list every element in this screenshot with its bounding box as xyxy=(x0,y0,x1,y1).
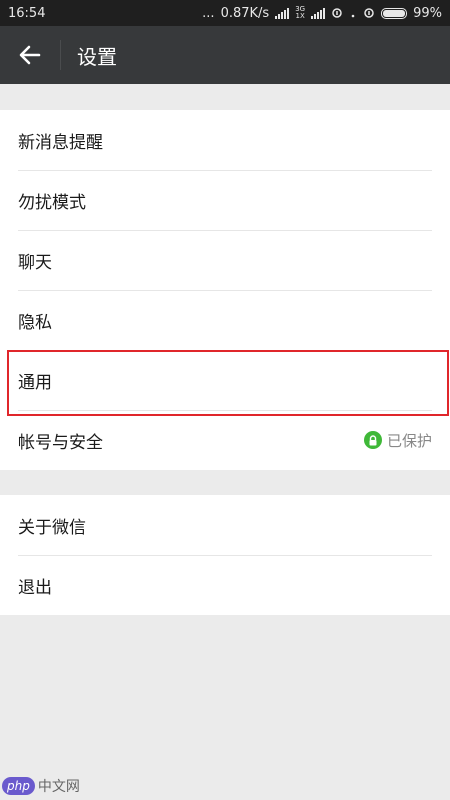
network-type: 3G 1X xyxy=(295,6,305,20)
watermark-logo: php xyxy=(2,777,35,795)
arrow-left-icon xyxy=(19,45,41,65)
setting-label: 隐私 xyxy=(18,312,52,333)
setting-privacy[interactable]: 隐私 xyxy=(0,290,450,350)
app-bar-divider xyxy=(60,40,61,70)
battery-icon xyxy=(381,7,408,19)
signal-strength-icon-2 xyxy=(311,7,326,19)
setting-label: 聊天 xyxy=(18,252,52,273)
protected-status: 已保护 xyxy=(363,430,432,451)
protected-status-text: 已保护 xyxy=(386,431,432,450)
status-indicators: ... 0.87K/s 3G 1X 99% xyxy=(202,6,442,21)
setting-label: 新消息提醒 xyxy=(18,132,103,153)
page-title: 设置 xyxy=(77,44,117,69)
setting-label: 退出 xyxy=(18,577,52,598)
setting-label: 关于微信 xyxy=(18,517,86,538)
watermark-text: 中文网 xyxy=(37,779,80,795)
setting-label: 通用 xyxy=(18,372,52,393)
status-bar: 16:54 ... 0.87K/s 3G 1X 99% xyxy=(0,0,450,26)
setting-label: 勿扰模式 xyxy=(18,192,86,213)
setting-chat[interactable]: 聊天 xyxy=(0,230,450,290)
status-time: 16:54 xyxy=(8,5,46,21)
setting-logout[interactable]: 退出 xyxy=(0,555,450,615)
setting-do-not-disturb[interactable]: 勿扰模式 xyxy=(0,170,450,230)
signal-strength-icon xyxy=(275,7,290,19)
network-speed: 0.87K/s xyxy=(220,5,270,21)
setting-account-security[interactable]: 帐号与安全 已保护 xyxy=(0,410,450,470)
battery-percent: 99% xyxy=(413,5,442,21)
setting-new-message-alert[interactable]: 新消息提醒 xyxy=(0,110,450,170)
back-button[interactable] xyxy=(0,26,60,84)
app-bar: 设置 xyxy=(0,26,450,84)
network-type-bottom: 1X xyxy=(295,12,305,20)
settings-group-main: 新消息提醒 勿扰模式 聊天 隐私 通用 帐号与安全 已保护 xyxy=(0,110,450,470)
lock-icon xyxy=(363,431,382,449)
setting-about-wechat[interactable]: 关于微信 xyxy=(0,495,450,555)
setting-label: 帐号与安全 xyxy=(18,432,103,453)
settings-group-secondary: 关于微信 退出 xyxy=(0,495,450,615)
more-dots-icon: ... xyxy=(202,5,215,21)
notification-icons xyxy=(332,8,374,18)
watermark: php 中文网 xyxy=(2,776,80,796)
setting-general[interactable]: 通用 xyxy=(0,350,450,410)
